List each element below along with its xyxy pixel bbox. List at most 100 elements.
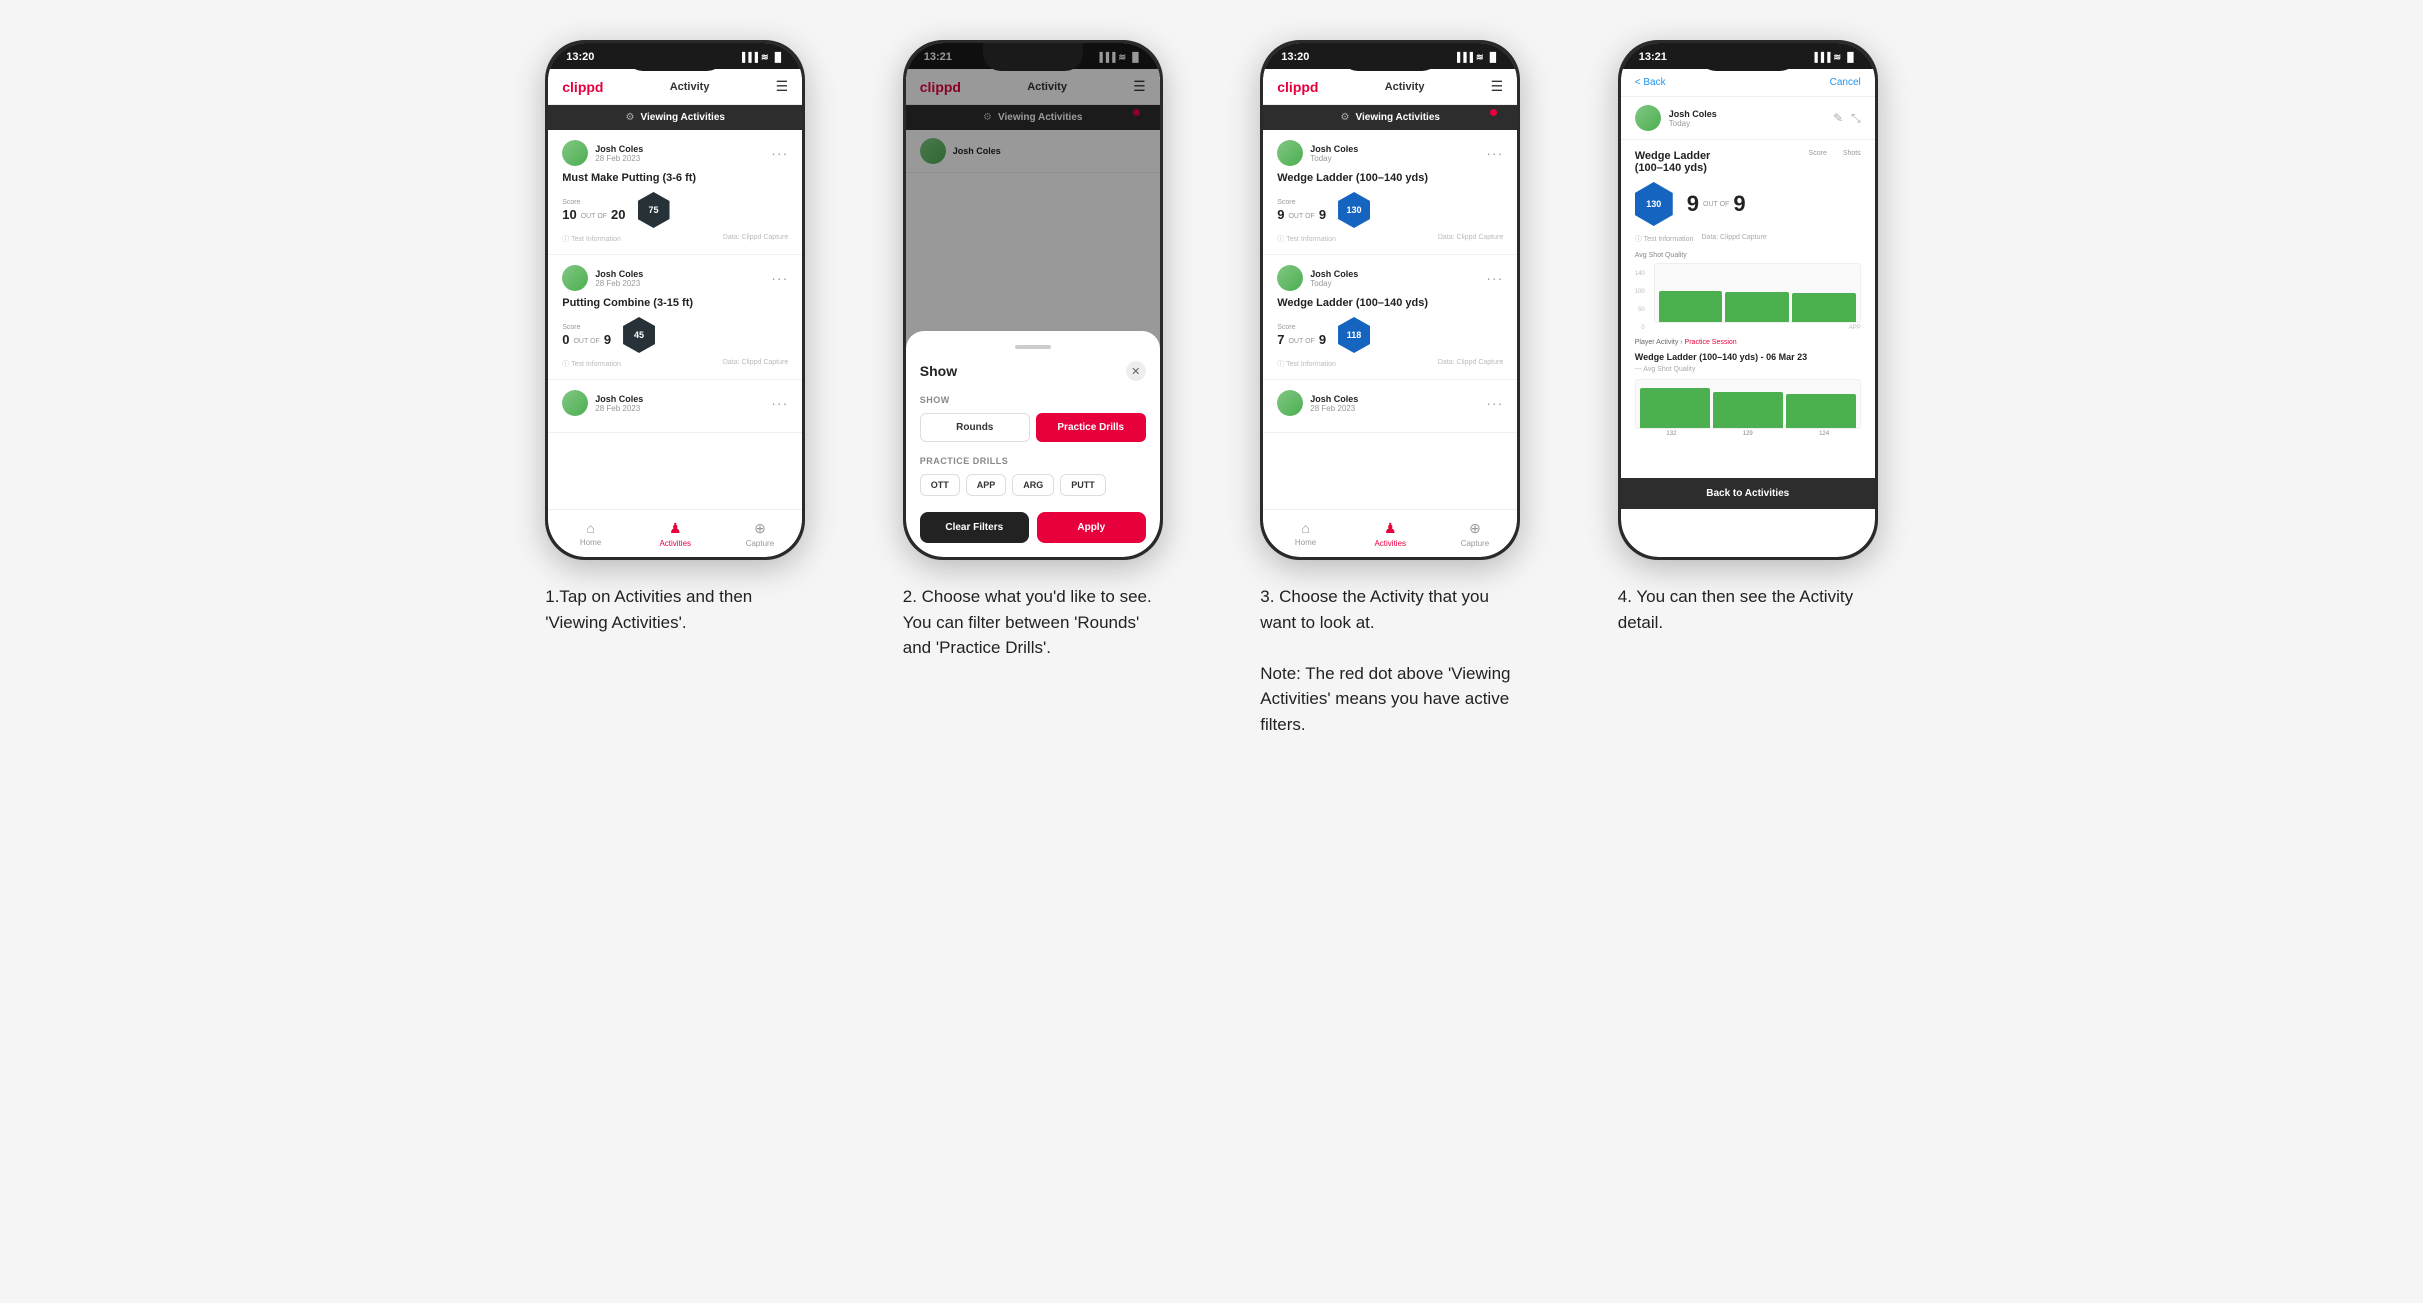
card-dots-1-3[interactable]: ··· [771, 395, 788, 411]
nav-home-3[interactable]: ⌂ Home [1263, 510, 1348, 557]
test-info-4: ⓘ Test Information [1635, 234, 1694, 244]
nav-activities-label-1: Activities [659, 539, 691, 548]
outof-text-1-2: OUT OF [573, 338, 599, 345]
user-info-1-2: Josh Coles 28 Feb 2023 [562, 265, 643, 291]
card-dots-3-2[interactable]: ··· [1486, 270, 1503, 286]
activity-card-1-1[interactable]: Josh Coles 28 Feb 2023 ··· Must Make Put… [548, 130, 802, 255]
activity-card-3-3[interactable]: Josh Coles 28 Feb 2023 ··· [1263, 380, 1517, 433]
phone-notch-2 [983, 43, 1083, 71]
nav-capture-label-3: Capture [1461, 539, 1489, 548]
step-2-col: 13:21 ▐▐▐ ≋ ▐▌ clippd Activity ☰ ⚙ [869, 40, 1197, 737]
signal-icon-3: ▐▐▐ [1454, 52, 1473, 62]
app-title-3: Activity [1385, 81, 1425, 93]
score-row-4: 130 9 OUT OF 9 [1635, 182, 1861, 226]
avatar-1-3 [562, 390, 588, 416]
bottom-nav-1: ⌂ Home ♟ Activities ⊕ Capture [548, 509, 802, 557]
activity-card-3-2[interactable]: Josh Coles Today ··· Wedge Ladder (100–1… [1263, 255, 1517, 380]
shots-value-3-2: 9 [1319, 332, 1326, 347]
detail-user-left-4: Josh Coles Today [1635, 105, 1717, 131]
shots-header-4: Shots [1843, 150, 1861, 174]
menu-icon-1[interactable]: ☰ [776, 78, 789, 95]
filter-show-label-2: Show [920, 395, 1146, 405]
stat-score-3-2: Score 7 OUT OF 9 [1277, 324, 1326, 347]
phone-3-screen: 13:20 ▐▐▐ ≋ ▐▌ clippd Activity ☰ ⚙ [1263, 43, 1517, 557]
user-info-1-3: Josh Coles 28 Feb 2023 [562, 390, 643, 416]
user-date-1-1: 28 Feb 2023 [595, 154, 643, 163]
activity-title-3-2: Wedge Ladder (100–140 yds) [1277, 297, 1503, 309]
screen-body-1: clippd Activity ☰ ⚙ Viewing Activities [548, 69, 802, 557]
card-dots-1-1[interactable]: ··· [771, 145, 788, 161]
user-name-3-2: Josh Coles [1310, 269, 1358, 279]
viewing-banner-1[interactable]: ⚙ Viewing Activities [548, 105, 802, 130]
card-dots-1-2[interactable]: ··· [771, 270, 788, 286]
card-dots-3-1[interactable]: ··· [1486, 145, 1503, 161]
activities-icon-1: ♟ [669, 520, 682, 537]
activity-card-1-3[interactable]: Josh Coles 28 Feb 2023 ··· [548, 380, 802, 433]
card-header-3-1: Josh Coles Today ··· [1277, 140, 1503, 166]
outof-text-3-2: OUT OF [1288, 338, 1314, 345]
expand-icon-4[interactable]: ⤡ [1851, 111, 1861, 126]
apply-btn-2[interactable]: Apply [1037, 512, 1146, 543]
bar-label-129: 129 [1711, 431, 1784, 437]
user-date-3-3: 28 Feb 2023 [1310, 404, 1358, 413]
nav-home-label-1: Home [580, 538, 601, 547]
chip-putt-2[interactable]: PUTT [1060, 474, 1106, 496]
detail-header-4: < Back Cancel [1621, 69, 1875, 97]
card-dots-3-3[interactable]: ··· [1486, 395, 1503, 411]
chip-ott-2[interactable]: OTT [920, 474, 960, 496]
capture-icon-1: ⊕ [754, 520, 766, 537]
home-icon-1: ⌂ [586, 520, 594, 536]
nav-activities-3[interactable]: ♟ Activities [1348, 510, 1433, 557]
chart-bars-4 [1654, 263, 1861, 323]
activity-title-1-1: Must Make Putting (3-6 ft) [562, 172, 788, 184]
card-footer-1-2: ⓘ Test Information Data: Clippd Capture [562, 359, 788, 369]
filter-chips-2: OTT APP ARG PUTT [920, 474, 1146, 496]
sub-bar-3 [1786, 394, 1856, 428]
activity-card-3-1[interactable]: Josh Coles Today ··· Wedge Ladder (100–1… [1263, 130, 1517, 255]
user-info-3-2: Josh Coles Today [1277, 265, 1358, 291]
nav-capture-3[interactable]: ⊕ Capture [1433, 510, 1518, 557]
detail-icons-4: ✎ ⤡ [1833, 111, 1861, 126]
scrollable-cards-3: Josh Coles Today ··· Wedge Ladder (100–1… [1263, 130, 1517, 557]
wifi-icon-3: ≋ [1476, 52, 1484, 63]
user-info-1-1: Josh Coles 28 Feb 2023 [562, 140, 643, 166]
practice-session-highlight-4: Practice Session [1685, 339, 1737, 346]
info-right-3-2: Data: Clippd Capture [1438, 359, 1503, 369]
edit-icon-4[interactable]: ✎ [1833, 111, 1843, 126]
back-activities-btn-4[interactable]: Back to Activities [1621, 478, 1875, 509]
chip-arg-2[interactable]: ARG [1012, 474, 1054, 496]
info-left-1-2: ⓘ Test Information [562, 359, 621, 369]
menu-icon-3[interactable]: ☰ [1491, 78, 1504, 95]
activity-card-1-2[interactable]: Josh Coles 28 Feb 2023 ··· Putting Combi… [548, 255, 802, 380]
nav-capture-1[interactable]: ⊕ Capture [718, 510, 803, 557]
info-left-1-1: ⓘ Test Information [562, 234, 621, 244]
chip-app-2[interactable]: APP [966, 474, 1007, 496]
nav-activities-label-3: Activities [1374, 539, 1406, 548]
nav-home-1[interactable]: ⌂ Home [548, 510, 633, 557]
score-value-3-2: 7 [1277, 332, 1284, 347]
clear-filters-btn-2[interactable]: Clear Filters [920, 512, 1029, 543]
shots-value-3-1: 9 [1319, 207, 1326, 222]
user-date-4: Today [1669, 119, 1717, 128]
filter-close-btn-2[interactable]: ✕ [1126, 361, 1146, 381]
card-header-3-2: Josh Coles Today ··· [1277, 265, 1503, 291]
y-140: 140 [1635, 271, 1645, 277]
quality-badge-3-2: 118 [1338, 317, 1370, 353]
nav-activities-1[interactable]: ♟ Activities [633, 510, 718, 557]
cancel-btn-4[interactable]: Cancel [1830, 77, 1861, 88]
phone-3: 13:20 ▐▐▐ ≋ ▐▌ clippd Activity ☰ ⚙ [1260, 40, 1520, 560]
filter-tabs-2: Rounds Practice Drills [920, 413, 1146, 442]
avatar-3-2 [1277, 265, 1303, 291]
quality-badge-3-1: 130 [1338, 192, 1370, 228]
filter-tab-drills-2[interactable]: Practice Drills [1036, 413, 1146, 442]
filter-tab-rounds-2[interactable]: Rounds [920, 413, 1030, 442]
status-time-3: 13:20 [1281, 51, 1309, 63]
back-btn-4[interactable]: < Back [1635, 77, 1666, 88]
viewing-banner-3[interactable]: ⚙ Viewing Activities [1263, 105, 1517, 130]
phone-4-screen: 13:21 ▐▐▐ ≋ ▐▌ < Back Cancel [1621, 43, 1875, 557]
stats-row-3-2: Score 7 OUT OF 9 118 [1277, 317, 1503, 353]
avatar-4 [1635, 105, 1661, 131]
phone-4: 13:21 ▐▐▐ ≋ ▐▌ < Back Cancel [1618, 40, 1878, 560]
stats-row-1-2: Score 0 OUT OF 9 45 [562, 317, 788, 353]
home-icon-3: ⌂ [1301, 520, 1309, 536]
